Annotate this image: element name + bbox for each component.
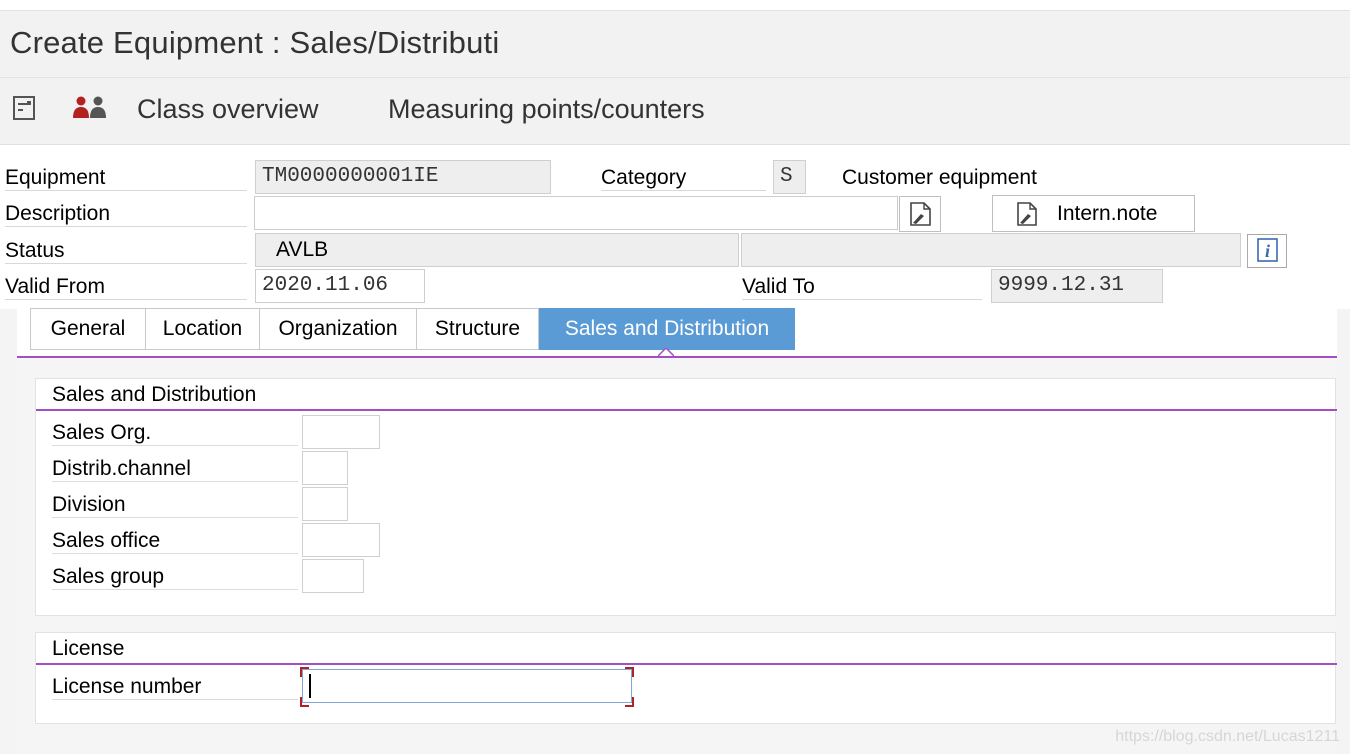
category-label: Category xyxy=(601,166,766,191)
valid-from-input[interactable]: 2020.11.06 xyxy=(255,269,425,303)
category-description: Customer equipment xyxy=(842,166,1037,189)
distrib-channel-label: Distrib.channel xyxy=(52,457,298,482)
intern-note-button[interactable]: Intern.note xyxy=(992,195,1195,232)
category-field: S xyxy=(773,160,806,194)
required-marker xyxy=(625,667,634,677)
sales-group-input[interactable] xyxy=(302,559,364,593)
equipment-label: Equipment xyxy=(5,166,247,191)
status-label: Status xyxy=(5,239,247,264)
class-overview-button[interactable]: Class overview xyxy=(137,94,319,125)
license-group: License License number xyxy=(35,632,1337,724)
sales-distribution-group: Sales and Distribution Sales Org. Distri… xyxy=(35,378,1337,616)
edit-document-icon xyxy=(910,202,931,226)
intern-note-label: Intern.note xyxy=(1057,202,1158,225)
text-cursor xyxy=(309,674,311,698)
required-marker xyxy=(300,697,309,707)
tab-organization[interactable]: Organization xyxy=(259,308,416,350)
required-marker xyxy=(625,697,634,707)
sales-group-label: Sales group xyxy=(52,565,298,590)
equipment-field: TM0000000001IE xyxy=(255,160,551,194)
equipment-header-form: Equipment TM0000000001IE Category S Cust… xyxy=(0,145,1350,309)
tab-general[interactable]: General xyxy=(30,308,145,350)
required-marker xyxy=(300,667,309,677)
license-number-input[interactable] xyxy=(302,669,632,703)
tab-structure[interactable]: Structure xyxy=(416,308,539,350)
sales-office-input[interactable] xyxy=(302,523,380,557)
edit-document-icon xyxy=(1017,202,1037,226)
tab-location[interactable]: Location xyxy=(145,308,259,350)
svg-text:i: i xyxy=(1265,241,1270,261)
tab-sales-and-distribution[interactable]: Sales and Distribution xyxy=(539,308,795,350)
watermark: https://blog.csdn.net/Lucas1211 xyxy=(1115,728,1340,745)
application-toolbar: Class overview Measuring points/counters xyxy=(0,78,1350,145)
active-tab-caret-icon xyxy=(658,348,674,356)
document-list-icon[interactable] xyxy=(13,96,35,120)
status-info-button[interactable]: i xyxy=(1247,234,1287,268)
sales-org-input[interactable] xyxy=(302,415,380,449)
group-title-underline xyxy=(36,409,1337,411)
page-title: Create Equipment : Sales/Distributi xyxy=(10,25,500,60)
description-label: Description xyxy=(5,202,247,227)
description-input[interactable] xyxy=(254,196,898,230)
distrib-channel-input[interactable] xyxy=(302,451,348,485)
group-title-sales: Sales and Distribution xyxy=(52,383,257,406)
sales-office-label: Sales office xyxy=(52,529,298,554)
long-text-button[interactable] xyxy=(899,196,941,232)
license-number-label: License number xyxy=(52,675,298,700)
group-title-underline xyxy=(36,663,1337,665)
title-bar: Create Equipment : Sales/Distributi xyxy=(0,11,1350,78)
sales-org-label: Sales Org. xyxy=(52,421,298,446)
partners-icon[interactable] xyxy=(72,96,112,120)
top-strip xyxy=(0,0,1350,11)
tab-strip: General Location Organization Structure … xyxy=(17,308,1337,358)
status-field: AVLB xyxy=(255,233,739,267)
valid-to-label: Valid To xyxy=(742,275,982,300)
division-input[interactable] xyxy=(302,487,348,521)
measuring-points-button[interactable]: Measuring points/counters xyxy=(388,94,705,125)
valid-from-label: Valid From xyxy=(5,275,247,300)
valid-to-field: 9999.12.31 xyxy=(991,269,1163,303)
group-title-license: License xyxy=(52,637,125,660)
info-icon: i xyxy=(1257,238,1278,262)
division-label: Division xyxy=(52,493,298,518)
tab-content: Sales and Distribution Sales Org. Distri… xyxy=(17,358,1337,754)
status-text-field xyxy=(741,233,1241,267)
